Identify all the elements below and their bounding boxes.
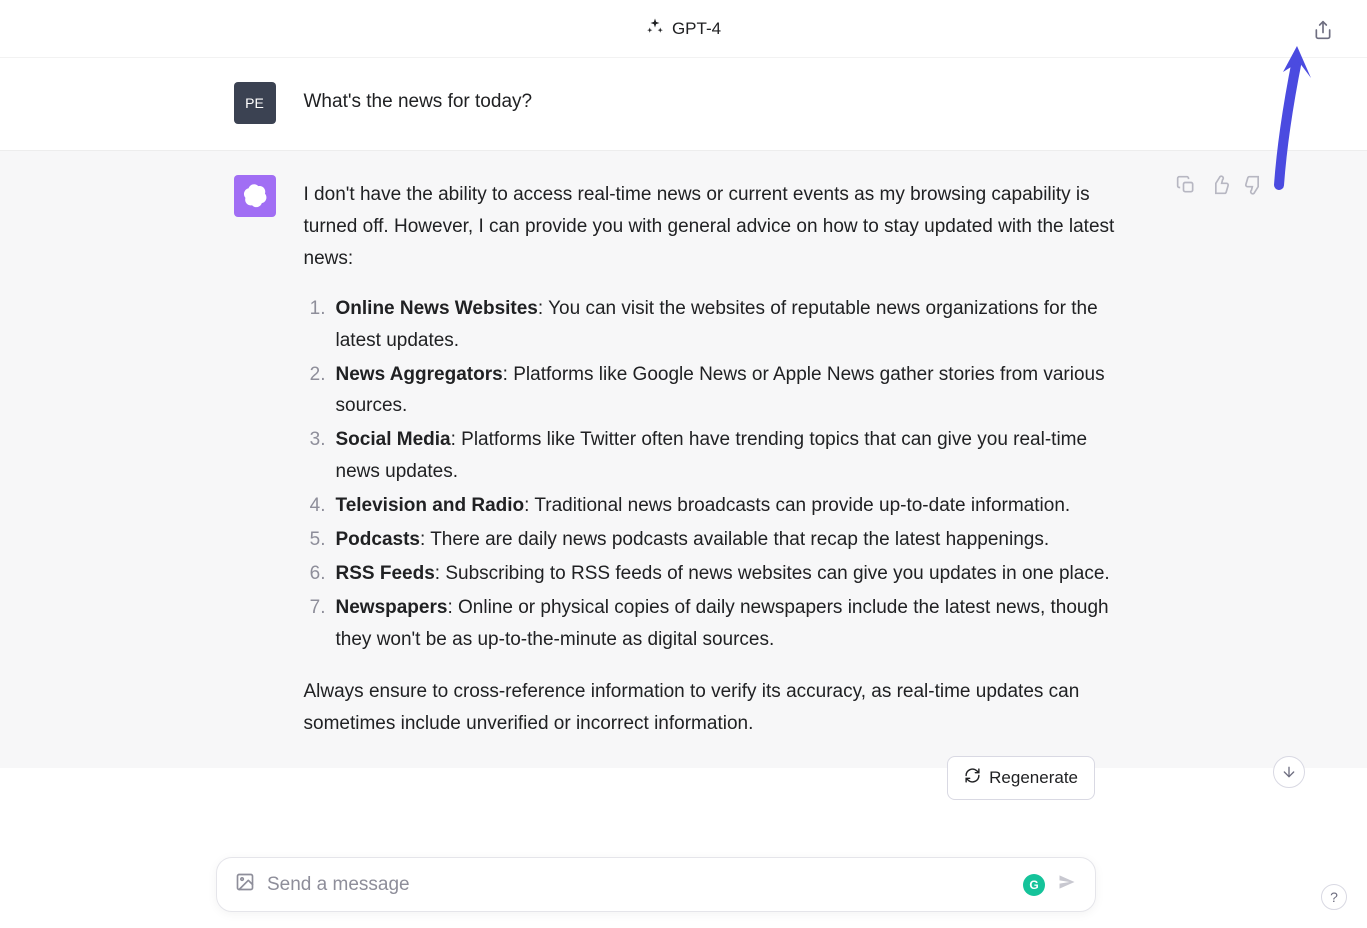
model-badge: GPT-4 bbox=[646, 17, 721, 40]
assistant-list: Online News Websites: You can visit the … bbox=[304, 293, 1134, 656]
copy-icon[interactable] bbox=[1176, 175, 1196, 200]
refresh-icon bbox=[964, 767, 981, 789]
thumbs-up-icon[interactable] bbox=[1210, 175, 1230, 200]
help-button[interactable]: ? bbox=[1321, 884, 1347, 910]
message-input[interactable] bbox=[267, 874, 1011, 896]
assistant-intro: I don't have the ability to access real-… bbox=[304, 179, 1134, 275]
list-item: Social Media: Platforms like Twitter oft… bbox=[310, 424, 1134, 488]
user-initials: PE bbox=[245, 95, 264, 111]
send-button[interactable] bbox=[1057, 872, 1077, 897]
share-button[interactable] bbox=[1307, 14, 1339, 46]
list-item: Online News Websites: You can visit the … bbox=[310, 293, 1134, 357]
assistant-avatar bbox=[234, 175, 276, 217]
attach-image-icon[interactable] bbox=[235, 872, 255, 897]
message-actions bbox=[1176, 175, 1264, 200]
list-item: Newspapers: Online or physical copies of… bbox=[310, 592, 1134, 656]
user-turn: PE What's the news for today? bbox=[0, 58, 1367, 151]
list-item: RSS Feeds: Subscribing to RSS feeds of n… bbox=[310, 558, 1134, 590]
list-item: Television and Radio: Traditional news b… bbox=[310, 490, 1134, 522]
list-item: Podcasts: There are daily news podcasts … bbox=[310, 524, 1134, 556]
assistant-outro: Always ensure to cross-reference informa… bbox=[304, 676, 1134, 740]
thumbs-down-icon[interactable] bbox=[1244, 175, 1264, 200]
grammarly-badge-icon[interactable]: G bbox=[1023, 874, 1045, 896]
sparkle-icon bbox=[646, 17, 664, 40]
model-name: GPT-4 bbox=[672, 19, 721, 39]
user-avatar: PE bbox=[234, 82, 276, 124]
scroll-to-bottom-button[interactable] bbox=[1273, 756, 1305, 788]
assistant-message: I don't have the ability to access real-… bbox=[304, 175, 1134, 742]
top-bar: GPT-4 bbox=[0, 0, 1367, 58]
list-item: News Aggregators: Platforms like Google … bbox=[310, 359, 1134, 423]
regenerate-button[interactable]: Regenerate bbox=[947, 756, 1095, 800]
conversation: PE What's the news for today? I don't ha… bbox=[0, 58, 1367, 768]
regenerate-label: Regenerate bbox=[989, 768, 1078, 788]
user-message: What's the news for today? bbox=[304, 82, 1134, 124]
assistant-turn: I don't have the ability to access real-… bbox=[0, 151, 1367, 768]
message-composer: G bbox=[216, 857, 1096, 912]
